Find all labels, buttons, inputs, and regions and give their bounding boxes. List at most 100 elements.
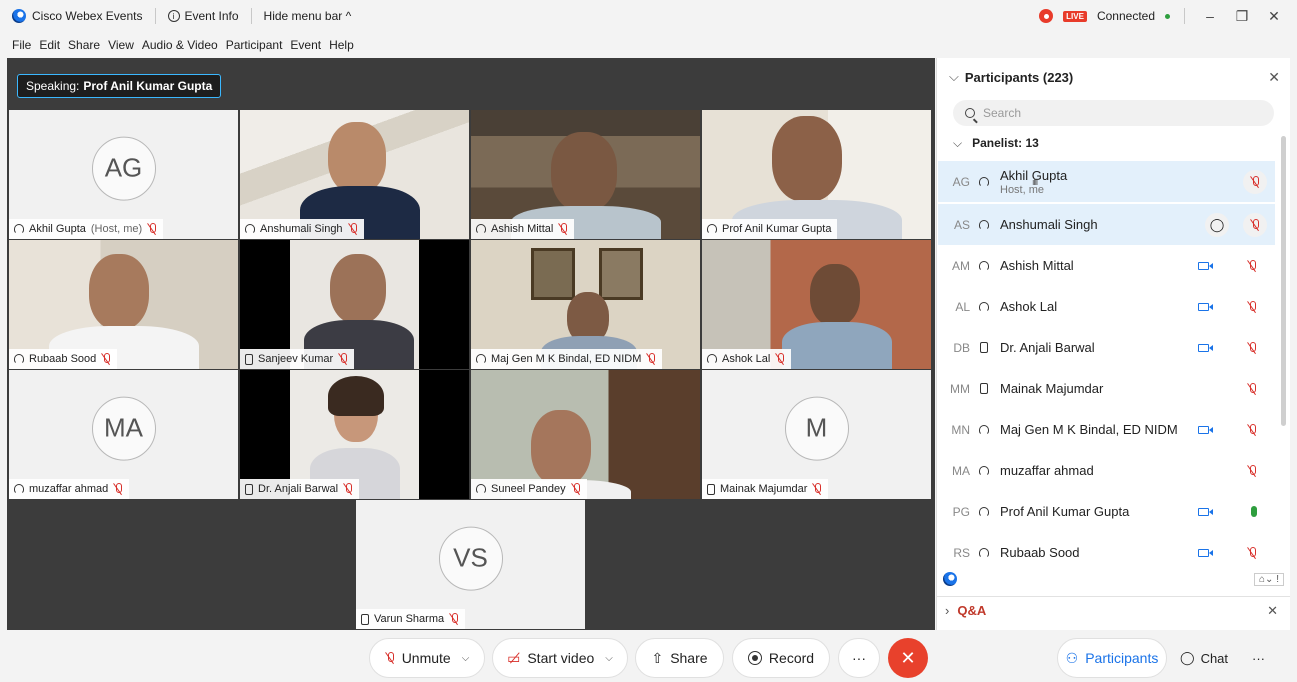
chat-icon[interactable]: ◯ bbox=[1205, 212, 1229, 237]
mute-toggle[interactable] bbox=[1243, 169, 1267, 194]
menu-help[interactable]: Help bbox=[329, 38, 354, 52]
mic-muted-icon[interactable] bbox=[1247, 464, 1257, 477]
mic-muted-icon[interactable] bbox=[1247, 259, 1257, 272]
audio-level-icon: ılıl bbox=[1032, 176, 1038, 187]
raise-hand-icon[interactable]: ⌂⌄ ! bbox=[1254, 572, 1284, 586]
leave-meeting-button[interactable]: ✕ bbox=[888, 638, 928, 678]
menu-participant[interactable]: Participant bbox=[226, 38, 283, 52]
mic-muted-icon[interactable] bbox=[1247, 382, 1257, 395]
chevron-down-icon[interactable]: ⌵ bbox=[605, 653, 613, 664]
more-options-button[interactable]: ··· bbox=[838, 638, 880, 678]
unmute-label: Unmute bbox=[401, 650, 451, 666]
mic-muted-icon bbox=[449, 613, 459, 625]
participant-row[interactable]: AM Ashish Mittal bbox=[938, 245, 1275, 286]
tile-label: Varun Sharma bbox=[356, 609, 466, 629]
audio-icon bbox=[707, 224, 717, 234]
participant-name: Rubaab Sood bbox=[1000, 545, 1080, 560]
close-icon[interactable]: ✕ bbox=[1263, 8, 1285, 25]
video-tile[interactable]: VS Varun Sharma bbox=[356, 500, 585, 629]
mic-muted-icon[interactable] bbox=[1247, 546, 1257, 559]
video-tile[interactable]: MA muzaffar ahmad bbox=[9, 370, 238, 499]
record-icon bbox=[747, 651, 762, 665]
participant-row[interactable]: AS Anshumali Singh ◯ bbox=[938, 204, 1275, 245]
video-tile[interactable]: Sanjeev Kumar bbox=[240, 240, 469, 369]
share-button[interactable]: ⇧ Share bbox=[635, 638, 724, 678]
video-tile[interactable]: Suneel Pandey bbox=[471, 370, 700, 499]
menu-edit[interactable]: Edit bbox=[39, 38, 60, 52]
connection-status: Connected bbox=[1096, 9, 1155, 23]
hide-menu-bar-button[interactable]: Hide menu bar ^ bbox=[264, 9, 352, 23]
tile-label: muzaffar ahmad bbox=[9, 479, 130, 499]
title-bar: Cisco Webex Events i Event Info Hide men… bbox=[0, 0, 1297, 32]
participants-header[interactable]: ⌵ Participants (223) ✕ bbox=[937, 58, 1290, 96]
participant-name: Mainak Majumdar bbox=[1000, 381, 1104, 396]
video-tile[interactable]: Ashok Lal bbox=[702, 240, 931, 369]
video-tile[interactable]: Dr. Anjali Barwal bbox=[240, 370, 469, 499]
menu-file[interactable]: File bbox=[12, 38, 31, 52]
tile-label: Prof Anil Kumar Gupta bbox=[702, 219, 838, 239]
audio-icon bbox=[14, 484, 24, 494]
mic-muted-icon bbox=[558, 223, 568, 235]
mic-muted-icon[interactable] bbox=[1247, 341, 1257, 354]
participants-panel: ⌵ Participants (223) ✕ Search ⌵ Panelist… bbox=[936, 58, 1290, 630]
mic-muted-icon[interactable] bbox=[1247, 423, 1257, 436]
menu-view[interactable]: View bbox=[108, 38, 134, 52]
participant-row[interactable]: MA muzaffar ahmad bbox=[938, 450, 1275, 491]
participant-row[interactable]: RS Rubaab Sood bbox=[938, 532, 1275, 573]
video-tile[interactable]: Ashish Mittal bbox=[471, 110, 700, 239]
share-label: Share bbox=[670, 650, 708, 666]
qa-section-header[interactable]: › Q&A ✕ bbox=[937, 596, 1290, 624]
video-tile[interactable]: M Mainak Majumdar bbox=[702, 370, 931, 499]
participant-row[interactable]: MN Maj Gen M K Bindal, ED NIDM bbox=[938, 409, 1275, 450]
tile-label: Anshumali Singh bbox=[240, 219, 364, 239]
video-tile-active-speaker[interactable]: Prof Anil Kumar Gupta bbox=[702, 110, 931, 239]
start-video-button[interactable]: ▭̸ Start video ⌵ bbox=[492, 638, 628, 678]
video-tile[interactable]: Rubaab Sood bbox=[9, 240, 238, 369]
menu-share[interactable]: Share bbox=[68, 38, 100, 52]
participant-row[interactable]: PG Prof Anil Kumar Gupta bbox=[938, 491, 1275, 532]
participant-row[interactable]: AG Akhil Gupta Host, me ılıl bbox=[938, 161, 1275, 202]
participant-name: Dr. Anjali Barwal bbox=[1000, 340, 1095, 355]
menu-audio-video[interactable]: Audio & Video bbox=[142, 38, 218, 52]
panelist-group-header[interactable]: ⌵ Panelist: 13 bbox=[937, 130, 1290, 156]
mic-muted-icon[interactable] bbox=[1247, 300, 1257, 313]
status-dot-icon bbox=[1165, 13, 1170, 19]
chat-bubble-icon: ◯ bbox=[1180, 650, 1195, 665]
search-input[interactable]: Search bbox=[953, 100, 1274, 126]
webex-assistant-icon[interactable] bbox=[943, 572, 957, 586]
tile-label: Rubaab Sood bbox=[9, 349, 118, 369]
more-panels-button[interactable]: ··· bbox=[1252, 638, 1265, 678]
chevron-down-icon: ⌵ bbox=[949, 69, 959, 84]
mic-on-icon[interactable] bbox=[1251, 506, 1257, 517]
close-qa-icon[interactable]: ✕ bbox=[1267, 603, 1278, 619]
unmute-button[interactable]: Unmute ⌵ bbox=[369, 638, 485, 678]
participant-row[interactable]: AL Ashok Lal bbox=[938, 286, 1275, 327]
event-info-button[interactable]: i Event Info bbox=[167, 9, 239, 23]
tile-label: Maj Gen M K Bindal, ED NIDM bbox=[471, 349, 663, 369]
audio-icon bbox=[14, 224, 24, 234]
chevron-down-icon[interactable]: ⌵ bbox=[462, 653, 470, 664]
tile-label: Suneel Pandey bbox=[471, 479, 587, 499]
participant-row[interactable]: MM Mainak Majumdar bbox=[938, 368, 1275, 409]
record-button[interactable]: Record bbox=[732, 638, 830, 678]
video-tile[interactable]: Maj Gen M K Bindal, ED NIDM bbox=[471, 240, 700, 369]
participant-row[interactable]: DB Dr. Anjali Barwal bbox=[938, 327, 1275, 368]
app-name: Cisco Webex Events bbox=[32, 9, 143, 23]
audio-icon bbox=[976, 260, 992, 271]
participant-name: Anshumali Singh bbox=[260, 223, 343, 235]
tile-label: Ashish Mittal bbox=[471, 219, 575, 239]
minimize-icon[interactable]: – bbox=[1199, 8, 1221, 24]
menu-event[interactable]: Event bbox=[290, 38, 321, 52]
divider bbox=[1184, 8, 1185, 24]
participant-role: (Host, me) bbox=[90, 223, 143, 235]
close-panel-icon[interactable]: ✕ bbox=[1268, 69, 1280, 86]
avatar: AG bbox=[91, 136, 156, 201]
video-tile[interactable]: Anshumali Singh bbox=[240, 110, 469, 239]
participants-tab-button[interactable]: ⚇ Participants bbox=[1057, 638, 1167, 678]
participants-scrollbar[interactable] bbox=[1281, 136, 1286, 426]
phone-icon bbox=[976, 342, 992, 353]
mute-toggle[interactable] bbox=[1243, 212, 1267, 237]
chat-tab-button[interactable]: ◯ Chat bbox=[1180, 638, 1228, 678]
video-tile[interactable]: AG Akhil Gupta (Host, me) bbox=[9, 110, 238, 239]
restore-icon[interactable]: ❐ bbox=[1231, 8, 1253, 25]
